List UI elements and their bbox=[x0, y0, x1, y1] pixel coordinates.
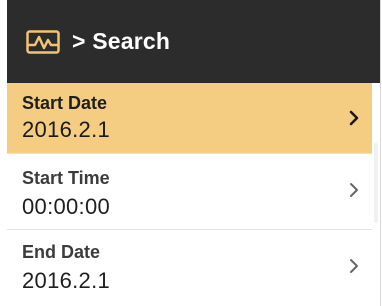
row-end-date[interactable]: End Date 2016.2.1 bbox=[7, 230, 373, 306]
row-value: 2016.2.1 bbox=[22, 117, 111, 142]
row-label: Start Time bbox=[22, 168, 110, 188]
scrollbar[interactable] bbox=[372, 83, 380, 306]
page-title: > Search bbox=[72, 28, 171, 54]
search-screen: > Search Start Date 2016.2.1 Start Time … bbox=[7, 0, 381, 306]
chevron-right-icon bbox=[347, 257, 361, 275]
scrollbar-thumb[interactable] bbox=[374, 143, 378, 223]
chevron-right-icon bbox=[347, 181, 361, 199]
chevron-right-icon bbox=[347, 109, 361, 127]
activity-chart-icon bbox=[25, 29, 61, 55]
row-value: 00:00:00 bbox=[22, 194, 111, 219]
row-label: End Date bbox=[22, 242, 101, 262]
row-label: Start Date bbox=[22, 93, 108, 113]
row-start-time[interactable]: Start Time 00:00:00 bbox=[7, 154, 373, 229]
header-bar: > Search bbox=[7, 0, 380, 83]
row-start-date[interactable]: Start Date 2016.2.1 bbox=[7, 83, 373, 153]
row-value: 2016.2.1 bbox=[22, 268, 111, 293]
